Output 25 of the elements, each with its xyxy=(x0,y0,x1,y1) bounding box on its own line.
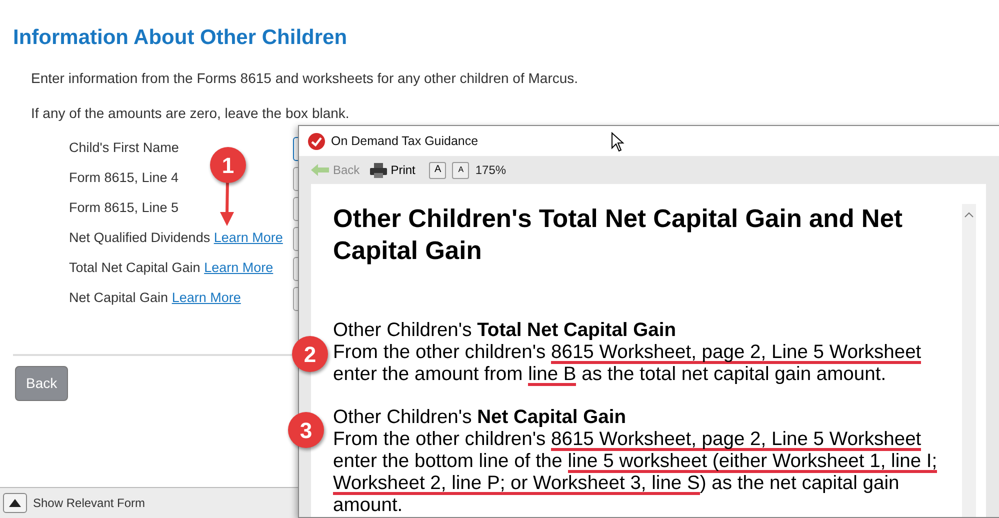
field-label: Net Capital Gain xyxy=(69,290,168,306)
field-label: Total Net Capital Gain xyxy=(69,260,200,276)
learn-more-link[interactable]: Learn More xyxy=(172,290,241,306)
guidance-text: From the other children's 8615 Worksheet, page 2, Line 5 Worksheet enter the amount from line B as the total net capital gain amount. xyxy=(333,342,922,386)
bottom-bar-label: Show Relevant Form xyxy=(33,495,146,512)
callout-number: 1 xyxy=(210,147,246,183)
instruction-text: Enter information from the Forms 8615 and worksheets for any other children of Marcus. xyxy=(31,68,580,88)
field-label: Child's First Name xyxy=(69,140,179,156)
font-size-button[interactable]: A xyxy=(452,162,470,178)
learn-more-link[interactable]: Learn More xyxy=(204,260,274,276)
instruction-text: If any of the amounts are zero, leave the box blank. xyxy=(31,104,350,123)
field-label: Form 8615, Line 5 xyxy=(69,200,179,216)
field-label: Net Qualified Dividends xyxy=(69,230,210,246)
learn-more-link[interactable]: Learn More xyxy=(214,230,283,246)
window-title: On Demand Tax Guidance xyxy=(331,132,478,150)
guidance-heading: Other Children's Total Net Capital Gain and Net Capital Gain xyxy=(333,204,904,267)
page-heading: Information About Other Children xyxy=(13,25,348,51)
print-button[interactable]: Print xyxy=(370,161,416,179)
section-title: Other Children's Net Capital Gain xyxy=(333,406,627,429)
callout-number: 3 xyxy=(288,412,324,448)
field-label: Form 8615, Line 4 xyxy=(69,170,179,186)
font-size-button[interactable]: A xyxy=(429,162,446,178)
zoom-level: 175% xyxy=(475,162,506,179)
back-button[interactable]: Back xyxy=(15,366,68,400)
section-title: Other Children's Total Net Capital Gain xyxy=(333,320,677,342)
